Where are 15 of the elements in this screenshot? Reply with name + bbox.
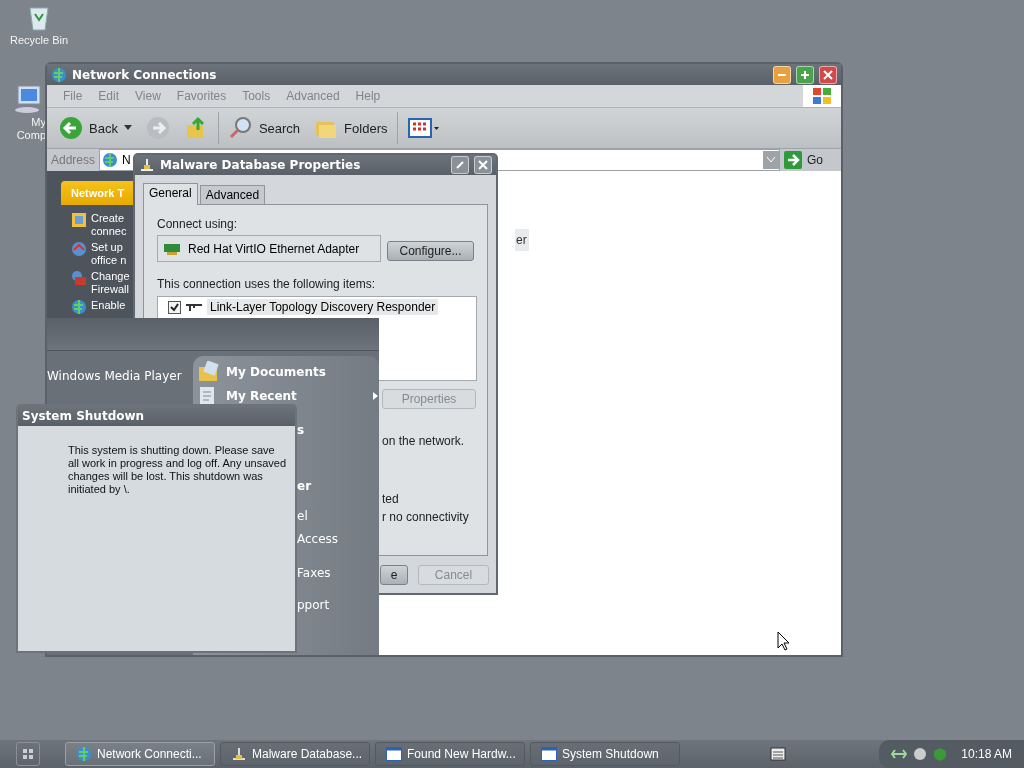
desktop-icon-label: Recycle Bin: [8, 34, 70, 47]
item-label: er: [515, 229, 529, 251]
adapter-field: Red Hat VirtIO Ethernet Adapter: [157, 235, 381, 262]
items-label: This connection uses the following items:: [157, 277, 377, 291]
dialog-title: Malware Database Properties: [160, 158, 362, 172]
description-text: ted: [382, 492, 400, 506]
desktop-icon-label: My Comp: [15, 116, 46, 142]
clock: 10:18 AM: [961, 747, 1012, 761]
description-text: on the network.: [382, 434, 466, 448]
shutdown-message: This system is shutting down. Please save all work in progress and log off. Any unsaved changes will be lost. This shutdown was initiated by \.: [68, 444, 287, 496]
dialog-title: System Shutdown: [22, 409, 146, 423]
address-label: Address: [51, 153, 96, 167]
description-text: r no connectivity: [382, 510, 470, 524]
connect-using-label: Connect using:: [157, 217, 239, 231]
window-title: Network Connections: [72, 67, 218, 82]
